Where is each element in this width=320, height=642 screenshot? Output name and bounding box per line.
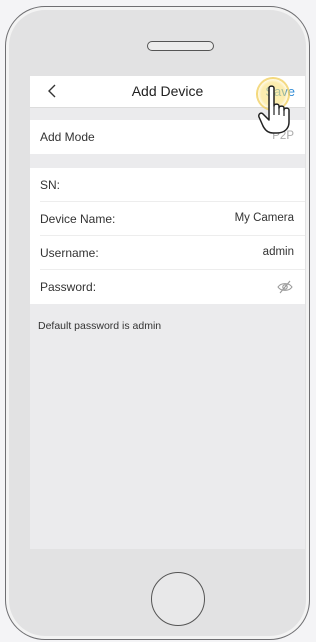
password-row[interactable]: Password: xyxy=(30,270,305,304)
default-password-hint: Default password is admin xyxy=(38,320,162,332)
eye-slash-icon[interactable] xyxy=(277,280,293,294)
password-label: Password: xyxy=(40,280,97,294)
username-row[interactable]: Username: admin xyxy=(30,236,305,270)
device-name-row[interactable]: Device Name: My Camera xyxy=(30,202,305,236)
device-name-field[interactable]: My Camera xyxy=(235,212,294,224)
app-screen: Add Device Save Add Mode P2P SN: Device … xyxy=(30,76,305,549)
username-field[interactable]: admin xyxy=(263,246,294,258)
pointing-hand-icon xyxy=(258,85,290,134)
home-button[interactable] xyxy=(151,572,205,626)
speaker-slot xyxy=(147,41,214,51)
device-name-label: Device Name: xyxy=(40,212,116,226)
username-label: Username: xyxy=(40,246,99,260)
sn-label: SN: xyxy=(40,178,61,192)
add-mode-label: Add Mode xyxy=(40,130,95,144)
sn-row[interactable]: SN: xyxy=(30,168,305,202)
